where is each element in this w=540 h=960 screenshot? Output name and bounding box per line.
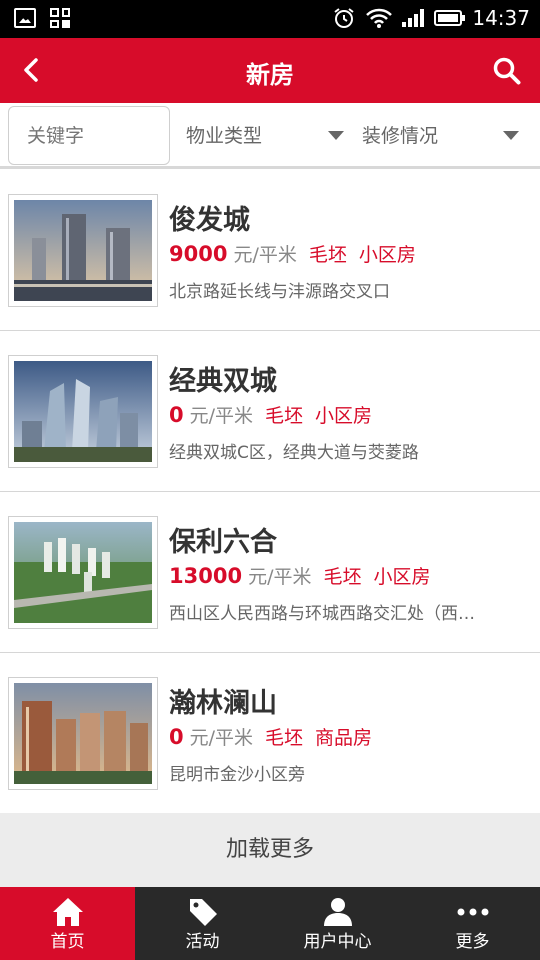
price-unit: 元/平米: [248, 566, 312, 588]
listing-address: 北京路延长线与沣源路交叉口: [169, 282, 390, 302]
price-unit: 元/平米: [189, 405, 254, 427]
listing-price-line: 13000 元/平米 毛坯 小区房: [169, 562, 431, 589]
listing-thumbnail: [8, 355, 158, 468]
app-header: 新房: [0, 38, 540, 103]
app-notification-icon: [50, 8, 70, 28]
listing-address: 昆明市金沙小区旁: [169, 765, 305, 785]
listing-address: 西山区人民西路与环城西路交汇处（西…: [169, 604, 475, 624]
tab-label: 用户中心: [303, 932, 372, 952]
listing-name: 瀚林澜山: [169, 688, 277, 719]
property-type-label: 物业类型: [186, 124, 263, 147]
image-notification-icon: [14, 8, 36, 28]
housing-type-tag: 小区房: [358, 244, 416, 266]
chevron-down-icon: [503, 131, 519, 140]
listing-price-line: 0 元/平米 毛坯 小区房: [169, 401, 372, 428]
listing-thumbnail: [8, 516, 158, 629]
bottom-tab-bar: 首页 活动 用户中心 更多: [0, 887, 540, 960]
listing-item[interactable]: 保利六合 13000 元/平米 毛坯 小区房 西山区人民西路与环城西路交汇处（西…: [0, 492, 540, 653]
decoration-tag: 毛坯: [308, 244, 347, 266]
listing-price: 9000: [169, 242, 228, 266]
home-icon: [52, 898, 83, 926]
status-bar: 14:37: [0, 0, 540, 38]
listing-price: 13000: [169, 564, 243, 588]
property-type-dropdown[interactable]: 物业类型: [186, 103, 356, 165]
listing-name: 保利六合: [169, 527, 277, 558]
listing-price-line: 0 元/平米 毛坯 商品房: [169, 723, 372, 750]
signal-icon: [402, 9, 425, 27]
tab-more[interactable]: 更多: [405, 887, 540, 960]
listing-thumbnail: [8, 194, 158, 307]
battery-icon: [434, 10, 466, 26]
decoration-dropdown[interactable]: 装修情况: [362, 103, 532, 165]
tab-activities[interactable]: 活动: [135, 887, 270, 960]
user-icon: [323, 898, 352, 926]
decoration-tag: 毛坯: [323, 566, 362, 588]
housing-type-tag: 小区房: [373, 566, 431, 588]
filter-bar: 物业类型 装修情况: [0, 103, 540, 169]
listing-thumbnail: [8, 677, 158, 790]
tab-label: 更多: [455, 932, 490, 952]
listing-list: 俊发城 9000 元/平米 毛坯 小区房 北京路延长线与沣源路交叉口 经典双城 …: [0, 170, 540, 814]
listing-item[interactable]: 瀚林澜山 0 元/平米 毛坯 商品房 昆明市金沙小区旁: [0, 653, 540, 814]
load-more-button[interactable]: 加载更多: [0, 813, 540, 887]
housing-type-tag: 商品房: [315, 727, 373, 749]
decoration-tag: 毛坯: [265, 727, 304, 749]
listing-name: 俊发城: [169, 205, 250, 236]
status-time: 14:37: [472, 6, 530, 30]
listing-item[interactable]: 经典双城 0 元/平米 毛坯 小区房 经典双城C区，经典大道与茭菱路: [0, 331, 540, 492]
tag-icon: [189, 899, 217, 926]
housing-type-tag: 小区房: [315, 405, 373, 427]
wifi-icon: [366, 8, 393, 28]
listing-price-line: 9000 元/平米 毛坯 小区房: [169, 240, 416, 267]
tab-label: 首页: [50, 932, 85, 952]
chevron-down-icon: [328, 131, 344, 140]
price-unit: 元/平米: [189, 727, 254, 749]
listing-address: 经典双城C区，经典大道与茭菱路: [169, 443, 419, 463]
tab-home[interactable]: 首页: [0, 887, 135, 960]
listing-name: 经典双城: [169, 366, 277, 397]
listing-price: 0: [169, 725, 184, 749]
alarm-icon: [334, 8, 354, 28]
page-title: 新房: [246, 61, 294, 89]
listing-item[interactable]: 俊发城 9000 元/平米 毛坯 小区房 北京路延长线与沣源路交叉口: [0, 170, 540, 331]
listing-price: 0: [169, 403, 184, 427]
more-icon: [457, 908, 488, 916]
decoration-label: 装修情况: [362, 124, 439, 147]
decoration-tag: 毛坯: [265, 405, 304, 427]
price-unit: 元/平米: [233, 244, 297, 266]
tab-user-center[interactable]: 用户中心: [270, 887, 405, 960]
keyword-input[interactable]: [8, 106, 170, 165]
tab-label: 活动: [185, 932, 220, 952]
search-icon[interactable]: [492, 56, 522, 86]
